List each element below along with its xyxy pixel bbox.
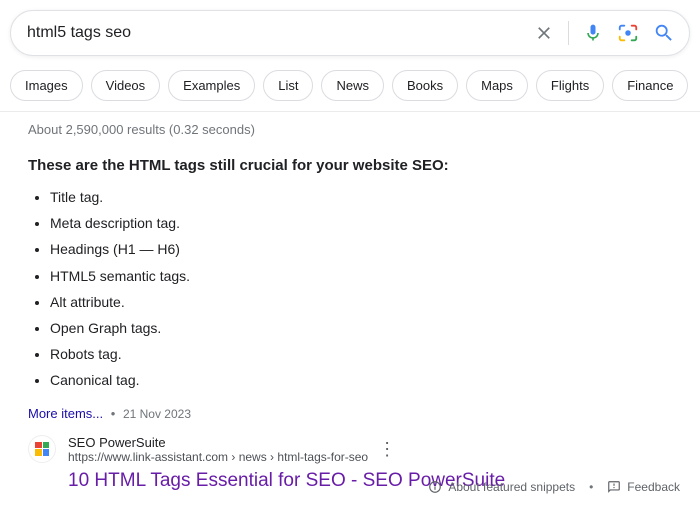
list-item: Headings (H1 — H6) (50, 240, 680, 258)
list-item: HTML5 semantic tags. (50, 267, 680, 285)
list-item: Open Graph tags. (50, 319, 680, 337)
clear-icon[interactable] (534, 23, 554, 43)
chip-finance[interactable]: Finance (612, 70, 688, 101)
result-stats: About 2,590,000 results (0.32 seconds) (28, 122, 680, 137)
more-items-link[interactable]: More items... (28, 406, 103, 421)
filter-chips: Images Videos Examples List News Books M… (10, 70, 690, 101)
divider (568, 21, 569, 45)
image-search-icon[interactable] (617, 22, 639, 44)
feedback-icon (607, 480, 621, 494)
feedback-label: Feedback (627, 480, 680, 494)
favicon (28, 435, 56, 463)
chip-list[interactable]: List (263, 70, 313, 101)
separator: • (589, 480, 593, 494)
chip-examples[interactable]: Examples (168, 70, 255, 101)
list-item: Canonical tag. (50, 371, 680, 389)
chip-books[interactable]: Books (392, 70, 458, 101)
result-url: https://www.link-assistant.com › news › … (68, 450, 368, 464)
chip-videos[interactable]: Videos (91, 70, 161, 101)
result-site-name: SEO PowerSuite (68, 435, 368, 450)
search-input[interactable] (25, 23, 534, 43)
info-icon (428, 480, 442, 494)
voice-search-icon[interactable] (583, 23, 603, 43)
separator: • (111, 406, 116, 421)
snippet-date: 21 Nov 2023 (123, 407, 191, 421)
search-icon[interactable] (653, 22, 675, 44)
list-item: Title tag. (50, 188, 680, 206)
about-snippets-label: About featured snippets (448, 480, 575, 494)
list-item: Robots tag. (50, 345, 680, 363)
chip-news[interactable]: News (321, 70, 384, 101)
chip-flights[interactable]: Flights (536, 70, 604, 101)
chip-images[interactable]: Images (10, 70, 83, 101)
snippet-heading: These are the HTML tags still crucial fo… (28, 157, 680, 174)
list-item: Alt attribute. (50, 293, 680, 311)
search-bar[interactable] (10, 10, 690, 56)
snippet-list: Title tag. Meta description tag. Heading… (28, 188, 680, 390)
chip-maps[interactable]: Maps (466, 70, 528, 101)
list-item: Meta description tag. (50, 214, 680, 232)
divider (0, 111, 700, 112)
kebab-icon[interactable]: ⋮ (378, 443, 396, 455)
about-snippets-link[interactable]: About featured snippets (428, 480, 575, 494)
feedback-link[interactable]: Feedback (607, 480, 680, 494)
